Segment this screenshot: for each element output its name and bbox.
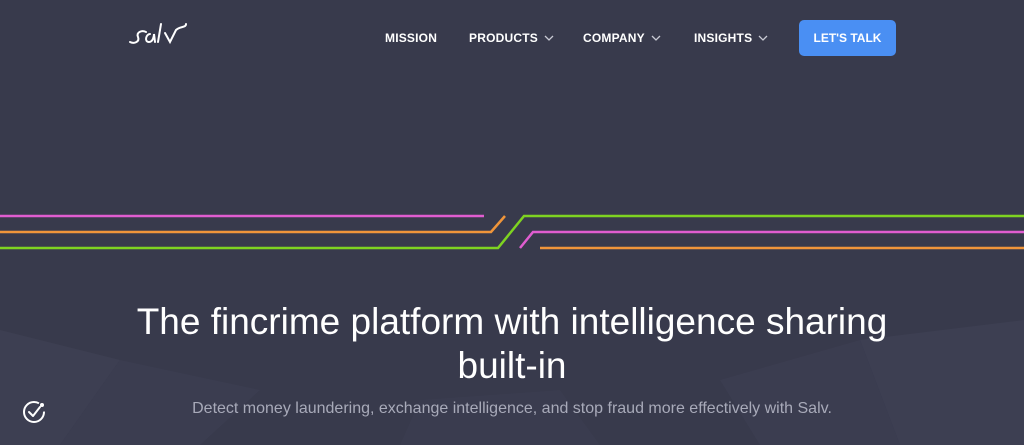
chevron-down-icon: [758, 35, 768, 41]
lets-talk-label: LET'S TALK: [813, 31, 882, 45]
decorative-lines: [0, 214, 1024, 250]
hero-subtitle: Detect money laundering, exchange intell…: [192, 400, 832, 417]
nav-item-products[interactable]: PRODUCTS: [469, 31, 554, 45]
page: MISSION PRODUCTS COMPANY INSIGHTS LET'S …: [0, 0, 1024, 445]
lets-talk-button[interactable]: LET'S TALK: [799, 20, 896, 56]
nav-item-label: INSIGHTS: [694, 31, 753, 45]
nav-item-label: PRODUCTS: [469, 31, 538, 45]
nav-item-label: MISSION: [385, 31, 438, 45]
nav-item-mission[interactable]: MISSION: [385, 31, 437, 45]
nav-item-company[interactable]: COMPANY: [583, 31, 661, 45]
chevron-down-icon: [544, 35, 554, 41]
hero-title: The fincrime platform with intelligence …: [136, 301, 888, 386]
nav-item-label: COMPANY: [583, 31, 645, 45]
chevron-down-icon: [651, 35, 661, 41]
nav-item-insights[interactable]: INSIGHTS: [694, 31, 768, 45]
checkmark-badge-icon[interactable]: [19, 397, 49, 427]
